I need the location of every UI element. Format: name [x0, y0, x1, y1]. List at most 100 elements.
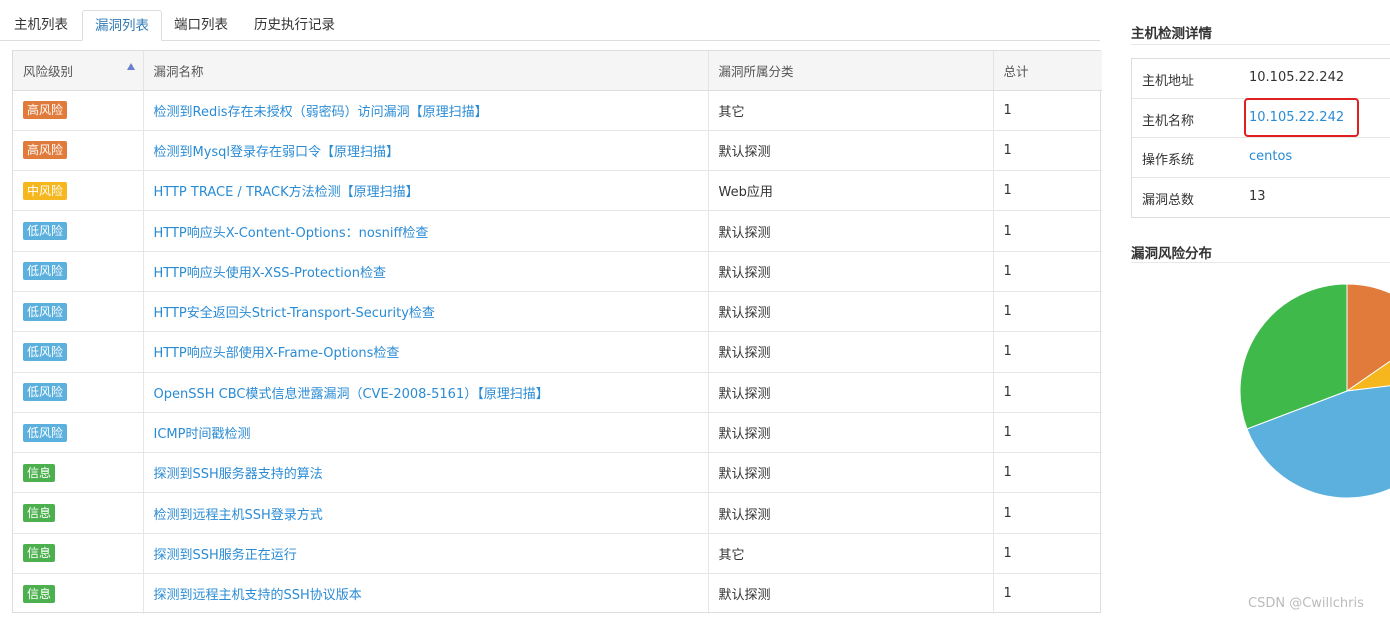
vuln-table: 风险级别 漏洞名称 漏洞所属分类 总计 高风险 检测到Redis存在未授权（弱密码…	[12, 50, 1102, 614]
column-header-category[interactable]: 漏洞所属分类	[708, 51, 994, 91]
risk-level-badge: 信息	[23, 544, 56, 563]
risk-level-badge: 低风险	[23, 302, 68, 321]
table-row: 低风险 HTTP响应头X-Content-Options：nosniff检查 默认探…	[13, 210, 1102, 252]
table-row: 信息 探测到SSH服务器支持的算法 默认探测 1	[13, 452, 1102, 493]
table-row: 低风险 HTTP响应头部使用X-Frame-Options检查 默认探测 1	[13, 331, 1102, 373]
total-cell: 1	[1003, 142, 1012, 158]
detail-title: 主机检测详情	[1131, 26, 1212, 42]
table-row: 信息 探测到远程主机支持的SSH协议版本 默认探测 1	[13, 573, 1102, 614]
tab-bar: 主机列表 漏洞列表 端口列表 历史执行记录	[0, 0, 1100, 41]
vuln-name-link[interactable]: HTTP安全返回头Strict-Transport-Security检查	[154, 306, 435, 321]
detail-row-vuln-total: 漏洞总数 13	[1132, 178, 1390, 218]
category-cell: 默认探测	[708, 130, 994, 171]
category-cell: 其它	[708, 533, 994, 574]
table-header-row: 风险级别 漏洞名称 漏洞所属分类 总计	[13, 51, 1102, 91]
risk-level-badge: 信息	[23, 584, 56, 603]
vuln-name-cell: 探测到远程主机支持的SSH协议版本	[143, 573, 709, 614]
vuln-name-cell: HTTP响应头X-Content-Options：nosniff检查	[143, 210, 709, 252]
vuln-name-link[interactable]: 检测到Redis存在未授权（弱密码）访问漏洞【原理扫描】	[154, 105, 488, 120]
detail-row-host-address: 主机地址 10.105.22.242	[1132, 59, 1390, 99]
category-cell: 默认探测	[708, 492, 994, 534]
risk-level-cell: 低风险	[13, 372, 144, 413]
pie-title-divider	[1131, 262, 1390, 263]
risk-level-badge: 低风险	[23, 342, 68, 361]
vuln-name-link[interactable]: 检测到Mysql登录存在弱口令【原理扫描】	[154, 145, 400, 160]
vuln-name-link[interactable]: HTTP响应头使用X-XSS-Protection检查	[154, 266, 386, 281]
category-cell: 默认探测	[708, 372, 994, 413]
risk-level-badge: 中风险	[23, 181, 68, 200]
column-header-total[interactable]: 总计	[993, 51, 1102, 91]
risk-level-cell: 低风险	[13, 331, 144, 373]
total-cell: 1	[1003, 304, 1012, 320]
total-cell: 1	[1003, 505, 1012, 521]
vuln-name-cell: 检测到Redis存在未授权（弱密码）访问漏洞【原理扫描】	[143, 90, 709, 131]
risk-level-cell: 低风险	[13, 210, 144, 252]
vuln-name-cell: HTTP响应头部使用X-Frame-Options检查	[143, 331, 709, 373]
category-cell: 默认探测	[708, 210, 994, 252]
vuln-name-link[interactable]: ICMP时间戳检测	[154, 427, 251, 442]
risk-level-cell: 低风险	[13, 291, 144, 332]
tab-history[interactable]: 历史执行记录	[242, 10, 347, 41]
risk-level-badge: 信息	[23, 463, 56, 482]
vuln-name-link[interactable]: HTTP响应头X-Content-Options：nosniff检查	[154, 226, 429, 241]
total-cell: 1	[1003, 545, 1012, 561]
table-row: 高风险 检测到Redis存在未授权（弱密码）访问漏洞【原理扫描】 其它 1	[13, 90, 1102, 131]
category-cell: 默认探测	[708, 251, 994, 292]
vuln-name-link[interactable]: OpenSSH CBC模式信息泄露漏洞（CVE-2008-5161）【原理扫描】	[154, 387, 549, 402]
column-header-vuln-name[interactable]: 漏洞名称	[143, 51, 709, 91]
vuln-name-link[interactable]: HTTP TRACE / TRACK方法检测【原理扫描】	[154, 185, 419, 200]
total-cell: 1	[1003, 223, 1012, 239]
category-cell: 默认探测	[708, 291, 994, 332]
vuln-name-link[interactable]: 探测到远程主机支持的SSH协议版本	[154, 588, 362, 603]
risk-level-cell: 信息	[13, 573, 144, 614]
total-cell: 1	[1003, 263, 1012, 279]
vuln-name-cell: OpenSSH CBC模式信息泄露漏洞（CVE-2008-5161）【原理扫描】	[143, 372, 709, 413]
risk-level-cell: 高风险	[13, 130, 144, 171]
tab-port-list[interactable]: 端口列表	[162, 10, 240, 41]
table-row: 低风险 HTTP响应头使用X-XSS-Protection检查 默认探测 1	[13, 251, 1102, 292]
column-header-risk-level[interactable]: 风险级别	[13, 51, 144, 91]
category-cell: 默认探测	[708, 573, 994, 614]
total-cell: 1	[1003, 425, 1012, 441]
total-cell: 1	[1003, 384, 1012, 400]
risk-level-badge: 低风险	[23, 383, 68, 402]
vuln-name-link[interactable]: HTTP响应头部使用X-Frame-Options检查	[154, 346, 400, 361]
vuln-name-cell: 探测到SSH服务正在运行	[143, 533, 709, 574]
table-row: 信息 检测到远程主机SSH登录方式 默认探测 1	[13, 492, 1102, 534]
host-address-value: 10.105.22.242	[1249, 70, 1345, 85]
risk-distribution-title: 漏洞风险分布	[1131, 246, 1212, 262]
vuln-name-cell: ICMP时间戳检测	[143, 412, 709, 453]
vuln-name-link[interactable]: 检测到远程主机SSH登录方式	[154, 508, 323, 523]
risk-level-badge: 高风险	[23, 141, 68, 160]
risk-level-cell: 低风险	[13, 412, 144, 453]
table-row: 低风险 ICMP时间戳检测 默认探测 1	[13, 412, 1102, 453]
vuln-name-link[interactable]: 探测到SSH服务正在运行	[154, 548, 297, 563]
risk-level-cell: 信息	[13, 452, 144, 493]
tab-host-list[interactable]: 主机列表	[2, 10, 80, 41]
table-row: 低风险 HTTP安全返回头Strict-Transport-Security检查 默…	[13, 291, 1102, 332]
vuln-name-link[interactable]: 探测到SSH服务器支持的算法	[154, 467, 323, 482]
detail-title-divider	[1131, 44, 1390, 45]
risk-level-cell: 低风险	[13, 251, 144, 292]
category-cell: 默认探测	[708, 412, 994, 453]
risk-level-badge: 低风险	[23, 222, 68, 241]
detail-label: 操作系统	[1142, 153, 1195, 168]
vuln-name-cell: HTTP响应头使用X-XSS-Protection检查	[143, 251, 709, 292]
risk-level-cell: 中风险	[13, 170, 144, 211]
risk-level-badge: 低风险	[23, 423, 68, 442]
detail-row-os: 操作系统 centos	[1132, 138, 1390, 178]
category-cell: 默认探测	[708, 452, 994, 493]
vuln-name-cell: HTTP安全返回头Strict-Transport-Security检查	[143, 291, 709, 332]
vuln-name-cell: 检测到Mysql登录存在弱口令【原理扫描】	[143, 130, 709, 171]
category-cell: Web应用	[708, 170, 994, 211]
tab-vuln-list[interactable]: 漏洞列表	[82, 10, 162, 41]
category-cell: 其它	[708, 90, 994, 131]
os-link[interactable]: centos	[1249, 149, 1292, 164]
table-row: 高风险 检测到Mysql登录存在弱口令【原理扫描】 默认探测 1	[13, 130, 1102, 171]
table-row: 信息 探测到SSH服务正在运行 其它 1	[13, 533, 1102, 574]
risk-level-badge: 低风险	[23, 262, 68, 281]
risk-level-cell: 信息	[13, 492, 144, 534]
watermark: CSDN @Cwillchris	[1248, 596, 1364, 611]
total-cell: 1	[1003, 586, 1012, 602]
sort-ascending-icon[interactable]	[126, 63, 135, 70]
